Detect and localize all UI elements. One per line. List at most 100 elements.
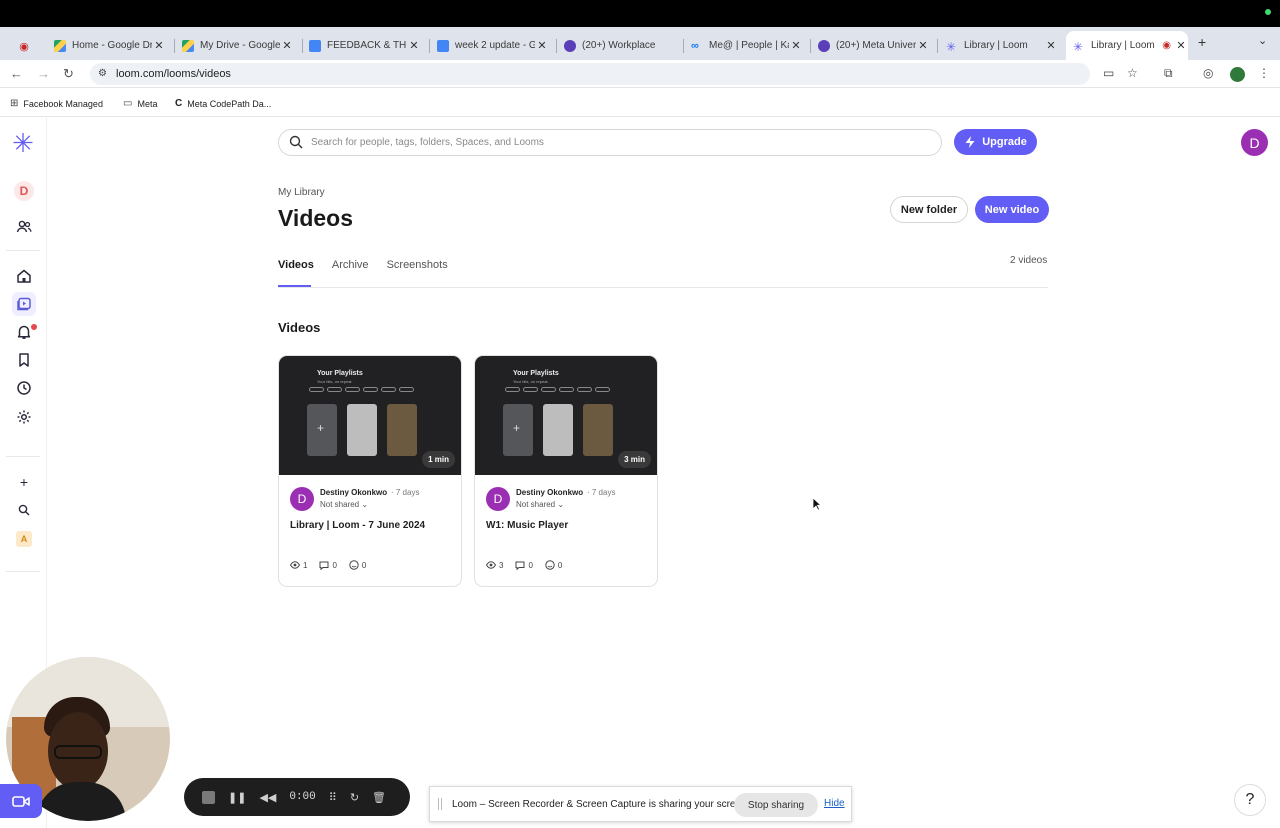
extensions-icon[interactable]: ⧉ [1164, 66, 1173, 81]
sidebar-item-watch-later[interactable] [12, 348, 36, 372]
bookmark-star-icon[interactable]: ☆ [1127, 66, 1138, 80]
browser-menu-icon[interactable]: ⋮ [1258, 66, 1270, 80]
sidebar-item-home[interactable] [12, 264, 36, 288]
tab-archive[interactable]: Archive [332, 259, 369, 271]
tab-videos[interactable]: Videos [278, 259, 314, 271]
new-folder-button[interactable]: New folder [890, 196, 968, 223]
record-icon: ◉ [19, 40, 29, 53]
browser-tab[interactable]: My Drive - Google Drive✕ [182, 31, 294, 60]
recording-indicator [1265, 9, 1271, 15]
drawing-tools-icon[interactable]: ⠿ [329, 791, 337, 804]
new-video-button[interactable]: New video [975, 196, 1049, 223]
space-item[interactable]: A [12, 527, 36, 551]
video-stats: 3 0 0 [486, 560, 562, 570]
hide-link[interactable]: Hide [824, 798, 845, 809]
trash-icon[interactable]: 🗑 [372, 791, 386, 804]
record-icon: ◉ [1162, 40, 1171, 51]
browser-tab[interactable]: (20+) Meta University✕ [818, 31, 930, 60]
search-input[interactable]: Search for people, tags, folders, Spaces… [278, 129, 942, 156]
sidebar-item-history[interactable] [12, 376, 36, 400]
add-space-icon[interactable]: + [12, 470, 36, 494]
clock-icon [17, 381, 31, 395]
rewind-icon[interactable]: ◀◀ [259, 791, 276, 804]
close-tab-icon[interactable]: ✕ [152, 39, 166, 52]
close-tab-icon[interactable]: ✕ [407, 39, 421, 52]
comment-icon [515, 561, 525, 570]
bookmark-item[interactable]: ⊞ Facebook Managed [10, 98, 103, 109]
address-bar-row: ← → ↻ ⚙ loom.com/looms/videos ▭ ☆ ⧉ ◎ ⋮ [0, 60, 1280, 88]
tab-search-icon[interactable]: ⌄ [1258, 34, 1267, 47]
video-card[interactable]: Your Playlists Your hits, on repeat. + 1… [278, 355, 462, 587]
sidebar-item-settings[interactable] [12, 405, 36, 429]
lightning-icon [965, 136, 975, 148]
space-avatar-icon: A [16, 531, 32, 547]
active-tab-indicator [278, 285, 311, 287]
meta-icon: ∞ [691, 39, 699, 52]
sidebar-search-icon[interactable] [12, 498, 36, 522]
tab-recording[interactable]: ◉ [18, 31, 42, 60]
stop-recording-button[interactable] [202, 790, 215, 804]
tab-screenshots[interactable]: Screenshots [387, 259, 448, 271]
browser-tab[interactable]: FEEDBACK & THINGS✕ [309, 31, 421, 60]
user-avatar[interactable]: D [1241, 129, 1268, 156]
browser-tab[interactable]: ✳ Library | Loom ✕ [946, 31, 1058, 60]
close-tab-icon[interactable]: ✕ [789, 39, 803, 52]
browser-tab-active[interactable]: ✳ Library | Loom ◉ ✕ [1066, 31, 1188, 60]
browser-tab[interactable]: Home - Google Drive✕ [54, 31, 166, 60]
site-settings-icon[interactable]: ⚙ [98, 68, 107, 79]
drag-handle-icon[interactable] [438, 798, 442, 810]
bookmarks-bar: ⊞ Facebook Managed ▭ Meta C Meta CodePath D… [0, 88, 1280, 117]
bookmark-item[interactable]: C Meta CodePath Da... [175, 98, 271, 109]
video-card[interactable]: Your Playlists Your hits, on repeat. + 3… [474, 355, 658, 587]
video-title[interactable]: W1: Music Player [486, 520, 568, 531]
new-tab-button[interactable]: + [1198, 34, 1206, 50]
restart-icon[interactable]: ↻ [350, 791, 359, 804]
close-tab-icon[interactable]: ✕ [1174, 39, 1188, 52]
close-tab-icon[interactable]: ✕ [535, 39, 549, 52]
loom-extension-icon[interactable]: ◎ [1203, 66, 1213, 80]
pause-icon[interactable]: ❚❚ [228, 791, 246, 804]
back-icon[interactable]: ← [10, 66, 23, 81]
browser-profile-avatar[interactable] [1230, 67, 1245, 82]
duration-badge: 1 min [422, 451, 455, 468]
bookmark-item[interactable]: ▭ Meta [123, 98, 157, 109]
forward-icon[interactable]: → [37, 66, 50, 81]
google-docs-icon [437, 39, 449, 52]
video-thumbnail[interactable]: Your Playlists Your hits, on repeat. + 1… [279, 356, 461, 475]
camera-icon[interactable]: ▭ [1103, 66, 1114, 80]
browser-tab[interactable]: ∞ Me@ | People | Kal ✕ [691, 31, 803, 60]
codepath-icon: C [175, 98, 183, 109]
help-button[interactable]: ? [1234, 784, 1266, 816]
close-tab-icon[interactable]: ✕ [280, 39, 294, 52]
video-title[interactable]: Library | Loom - 7 June 2024 [290, 520, 425, 531]
video-thumbnail[interactable]: Your Playlists Your hits, on repeat. + 3… [475, 356, 657, 475]
google-docs-icon [309, 39, 321, 52]
loom-logo-icon[interactable]: ✳ [11, 130, 35, 156]
bell-icon [17, 325, 31, 339]
reload-icon[interactable]: ↻ [63, 66, 74, 82]
workplace-icon [818, 39, 830, 52]
breadcrumb[interactable]: My Library [278, 187, 325, 198]
browser-tab[interactable]: week 2 update - Google Docs✕ [437, 31, 549, 60]
google-drive-icon [182, 39, 194, 52]
close-tab-icon[interactable]: ✕ [916, 39, 930, 52]
url-field[interactable]: ⚙ loom.com/looms/videos [90, 63, 1090, 85]
author-name: Destiny Okonkwo [320, 488, 388, 497]
camera-toggle-button[interactable] [0, 784, 42, 818]
close-tab-icon[interactable]: ✕ [1044, 39, 1058, 52]
stop-sharing-button[interactable]: Stop sharing [734, 793, 818, 817]
notification-badge [31, 324, 37, 330]
managed-icon: ⊞ [10, 98, 19, 109]
library-tabs: Videos Archive Screenshots [278, 259, 448, 271]
video-count: 2 videos [1010, 255, 1048, 266]
sharing-dropdown[interactable]: Not shared ⌄ [320, 500, 368, 509]
video-camera-icon [12, 795, 30, 807]
sidebar-item-library[interactable] [12, 292, 36, 316]
upgrade-button[interactable]: Upgrade [954, 129, 1037, 155]
home-icon [17, 269, 31, 283]
workspace-avatar[interactable]: D [14, 181, 34, 201]
sidebar-item-people[interactable] [12, 215, 36, 239]
loom-icon: ✳ [1073, 39, 1084, 54]
sharing-dropdown[interactable]: Not shared ⌄ [516, 500, 564, 509]
browser-tab[interactable]: (20+) Workplace [564, 31, 676, 60]
